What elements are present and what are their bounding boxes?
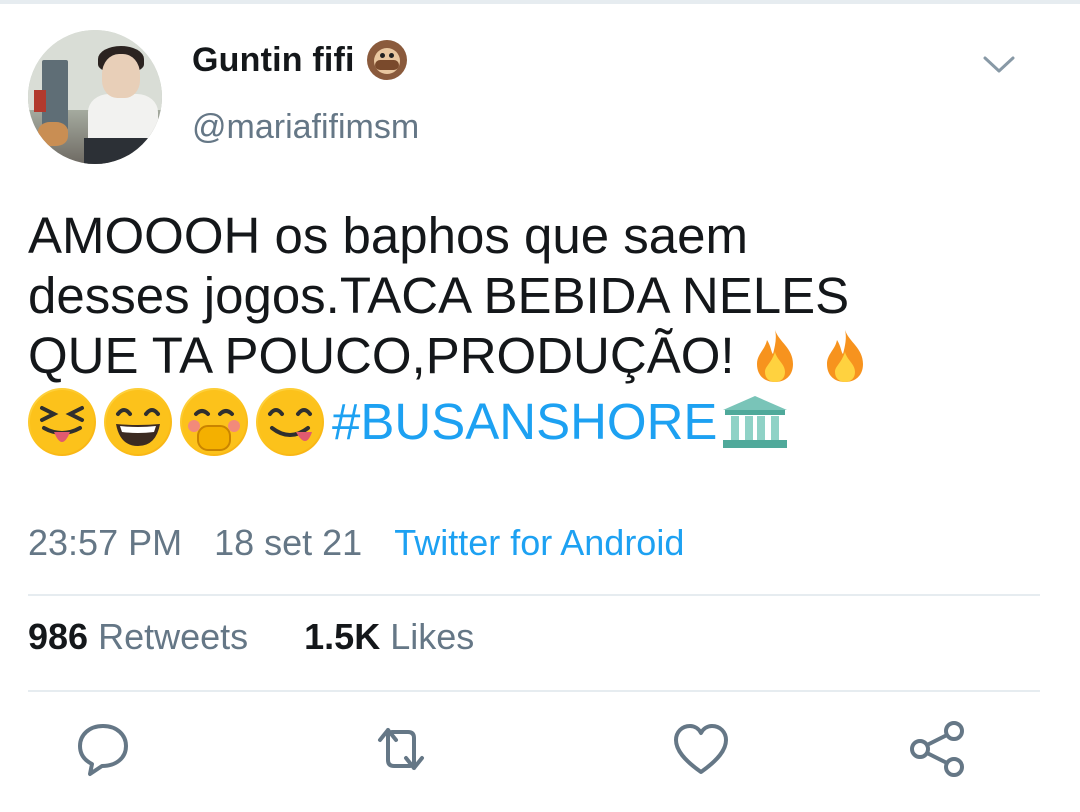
tweet-time: 23:57 PM	[28, 522, 183, 563]
retweets-count: 986	[28, 616, 89, 657]
tweet-stats: 986 Retweets 1.5K Likes	[28, 616, 474, 658]
retweets-label: Retweets	[98, 616, 249, 657]
tweet-line-4: #BUSANSHORE	[28, 386, 1048, 458]
tweet-line-text: QUE TA POUCO,PRODUÇÃO!	[28, 327, 735, 384]
chevron-down-icon[interactable]	[982, 52, 1016, 76]
likes-stat[interactable]: 1.5K Likes	[304, 616, 474, 658]
name-row[interactable]: Guntin fifi	[192, 38, 407, 82]
face-with-hand-over-mouth-icon	[180, 388, 248, 456]
hashtag-link[interactable]: #BUSANSHORE	[332, 392, 717, 452]
avatar[interactable]	[28, 30, 162, 164]
divider	[28, 690, 1040, 692]
see-no-evil-monkey-icon	[366, 40, 407, 80]
tweet-date: 18 set 21	[214, 522, 363, 563]
display-name[interactable]: Guntin fifi	[192, 41, 355, 80]
likes-label: Likes	[390, 616, 475, 657]
tweet-line-3: QUE TA POUCO,PRODUÇÃO!	[28, 326, 1048, 386]
savoring-food-face-icon	[256, 388, 324, 456]
squinting-tongue-face-icon	[28, 388, 96, 456]
tweet-text: AMOOOH os baphos que saem desses jogos.T…	[28, 206, 1048, 458]
tweet-actions	[0, 718, 1080, 788]
like-icon[interactable]	[670, 718, 732, 780]
grinning-squinting-face-icon	[104, 388, 172, 456]
fire-icon	[826, 330, 863, 382]
reply-icon[interactable]	[72, 718, 134, 780]
tweet-line: desses jogos.TACA BEBIDA NELES	[28, 267, 850, 324]
top-divider	[0, 0, 1080, 4]
retweet-icon[interactable]	[370, 718, 432, 780]
share-icon[interactable]	[906, 718, 968, 780]
user-handle[interactable]: @mariafifimsm	[192, 108, 419, 147]
tweet-meta: 23:57 PM 18 set 21 Twitter for Android	[28, 522, 684, 564]
divider	[28, 594, 1040, 596]
tweet-header: Guntin fifi @mariafifimsm	[28, 30, 1052, 164]
classical-building-icon	[723, 396, 788, 448]
fire-icon	[756, 330, 793, 382]
tweet-line: AMOOOH os baphos que saem	[28, 207, 749, 264]
likes-count: 1.5K	[304, 616, 381, 657]
tweet-source-link[interactable]: Twitter for Android	[394, 522, 684, 564]
retweets-stat[interactable]: 986 Retweets	[28, 616, 248, 658]
